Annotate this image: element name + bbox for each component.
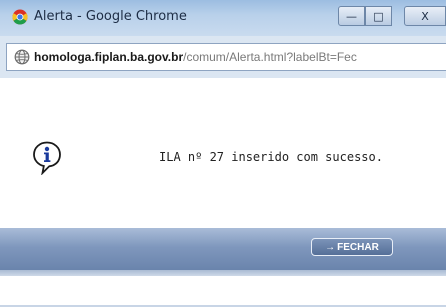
close-icon: X [421,9,429,23]
url-text[interactable]: homologa.fiplan.ba.gov.br/comum/Alerta.h… [34,50,357,64]
address-bar[interactable]: homologa.fiplan.ba.gov.br/comum/Alerta.h… [6,43,446,71]
url-host: homologa.fiplan.ba.gov.br [34,50,184,64]
info-icon [33,141,61,175]
fechar-button[interactable]: → FECHAR [311,238,393,256]
chrome-icon [12,9,28,25]
browser-popup-window: Alerta - Google Chrome — □ X homologa.fi… [0,0,446,307]
arrow-right-icon: → [325,241,336,253]
footer-bar-edge [0,270,446,276]
alert-message: ILA nº 27 inserido com sucesso. [159,150,383,164]
title-bar[interactable]: Alerta - Google Chrome — □ X [0,0,446,36]
minimize-button[interactable]: — [338,6,365,26]
maximize-button[interactable]: □ [365,6,392,26]
window-title: Alerta - Google Chrome [34,9,187,24]
maximize-icon: □ [373,9,384,23]
minimize-icon: — [346,9,357,23]
globe-icon [14,49,30,65]
close-button[interactable]: X [404,6,446,26]
url-path: /comum/Alerta.html?labelBt=Fec [183,50,357,64]
fechar-button-label: FECHAR [337,241,379,253]
